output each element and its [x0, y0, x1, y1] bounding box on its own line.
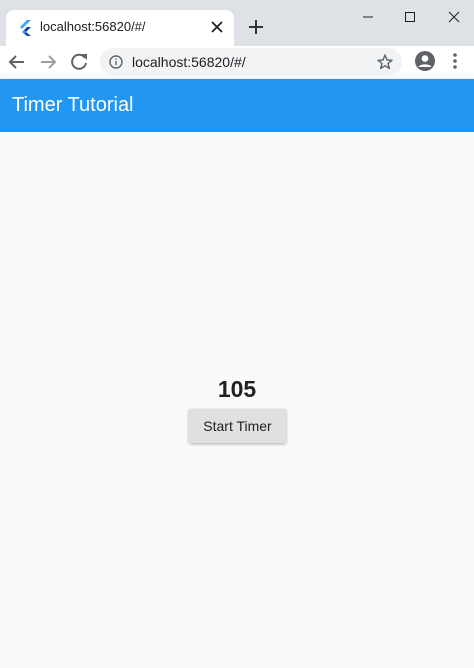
start-timer-button[interactable]: Start Timer — [189, 409, 286, 443]
browser-toolbar: localhost:56820/#/ — [0, 46, 474, 78]
close-icon[interactable] — [208, 18, 226, 36]
maximize-icon[interactable] — [400, 8, 420, 26]
main-content: 105 Start Timer — [0, 132, 474, 668]
reload-icon[interactable] — [67, 50, 91, 74]
page-title: Timer Tutorial — [12, 94, 134, 116]
account-circle-icon[interactable] — [414, 50, 436, 72]
info-icon[interactable] — [109, 55, 123, 69]
tab-title: localhost:56820/#/ — [40, 19, 146, 34]
timer-counter: 105 — [217, 376, 257, 402]
star-icon[interactable] — [376, 53, 394, 71]
tab-strip: localhost:56820/#/ — [0, 0, 474, 46]
browser-tab[interactable]: localhost:56820/#/ — [6, 10, 234, 46]
app-bar: Timer Tutorial — [0, 79, 474, 132]
arrow-left-icon[interactable] — [5, 50, 29, 74]
plus-icon[interactable] — [246, 17, 266, 37]
minimize-icon[interactable] — [358, 8, 378, 26]
arrow-right-icon[interactable] — [36, 50, 60, 74]
url-text[interactable]: localhost:56820/#/ — [132, 54, 246, 70]
window-close-icon[interactable] — [444, 8, 464, 26]
more-vert-icon[interactable] — [450, 51, 460, 71]
flutter-icon — [20, 20, 31, 36]
address-bar[interactable]: localhost:56820/#/ — [100, 48, 402, 76]
